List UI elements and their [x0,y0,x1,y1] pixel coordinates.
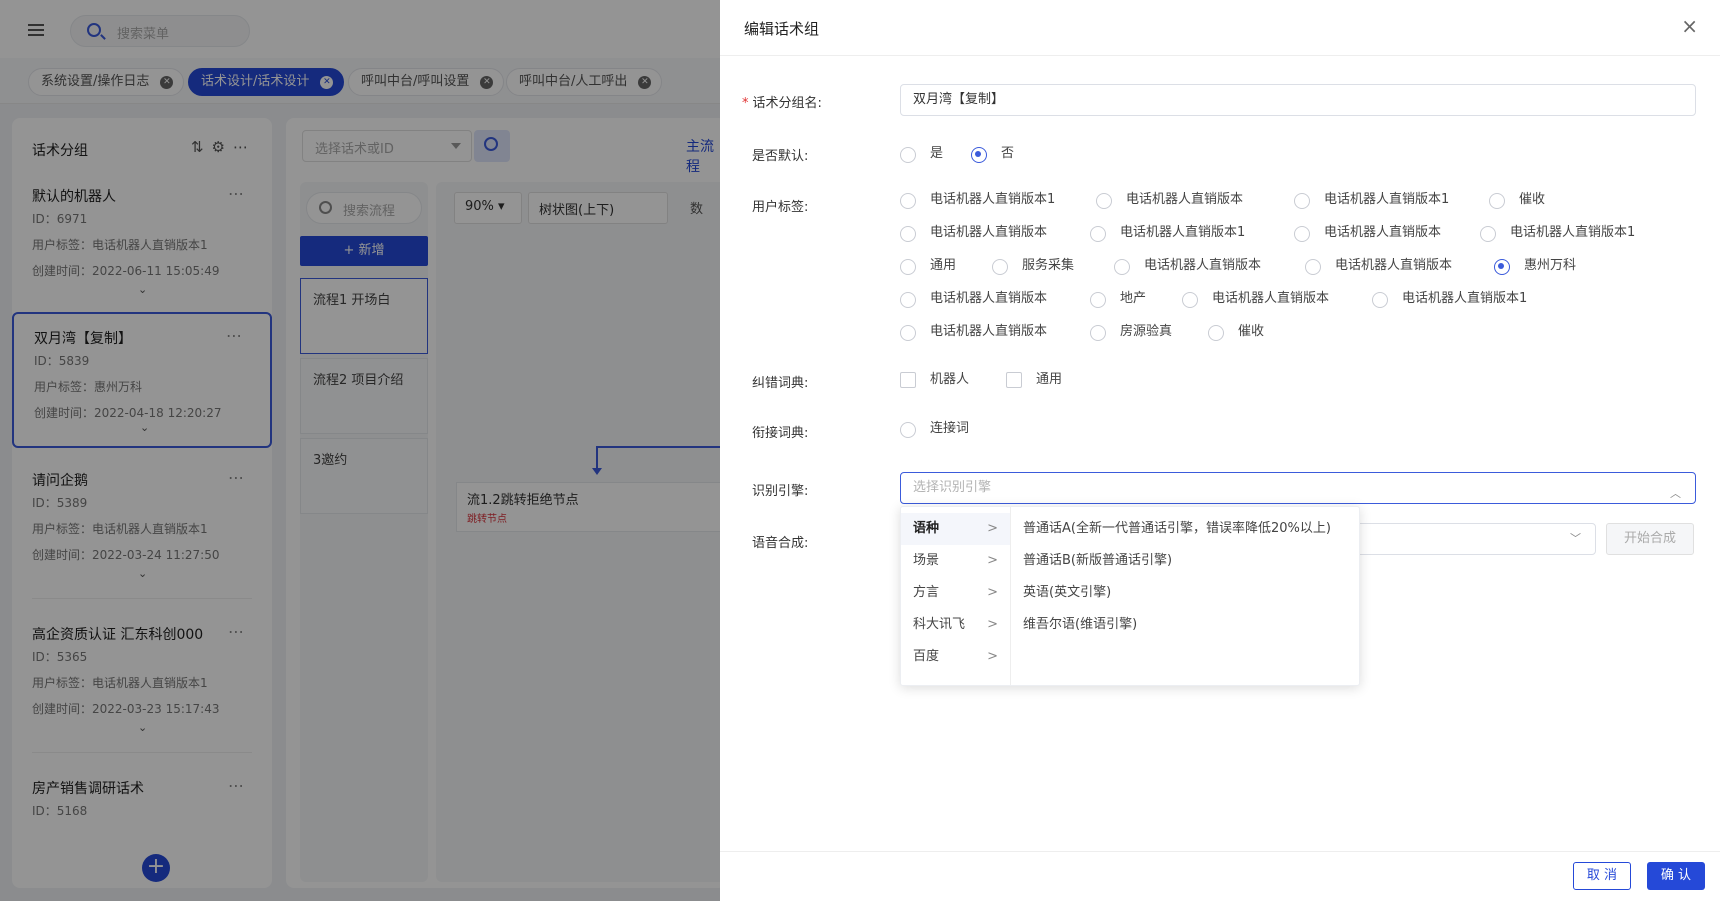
cascader-option[interactable]: 普通话B(新版普通话引擎) [1011,545,1361,577]
chevron-right-icon: > [987,521,998,536]
tag-radio[interactable]: 房源验真 [1090,322,1172,342]
chevron-up-icon: ︿ [1670,487,1681,500]
cascader-category-column: 语种 > 场景 > 方言 > 科大讯飞 > 百度 > [901,507,1011,685]
drawer-footer: 取 消 确 认 [720,851,1720,901]
tag-radio[interactable]: 电话机器人直销版本1 [1090,223,1245,243]
chevron-down-icon: ﹀ [1570,532,1581,545]
cascader-option[interactable]: 维吾尔语(维语引擎) [1011,609,1361,641]
edit-script-group-drawer: 编辑话术组 × [720,0,1720,901]
tag-radio[interactable]: 电话机器人直销版本1 [1294,190,1449,210]
engine-select[interactable]: 选择识别引擎 ︿ [900,472,1696,504]
connect-dict-label: 衔接词典: [752,426,809,441]
cascader-option[interactable]: 普通话A(全新一代普通话引擎，错误率降低20%以上) [1011,513,1361,545]
tag-radio[interactable]: 催收 [1489,190,1545,210]
default-label: 是否默认: [752,149,809,164]
tts-label: 语音合成: [752,536,809,551]
chevron-right-icon: > [987,649,998,664]
tag-radio[interactable]: 电话机器人直销版本1 [900,190,1055,210]
tag-radio[interactable]: 电话机器人直销版本 [900,223,1047,243]
engine-label: 识别引擎: [752,484,809,499]
tag-radio[interactable]: 电话机器人直销版本 [900,289,1047,309]
engine-cascader-dropdown: 语种 > 场景 > 方言 > 科大讯飞 > 百度 > 普通话A(全新一代普通话引擎，错误率… [900,506,1360,686]
user-tags-label: 用户标签: [752,200,809,215]
engine-placeholder: 选择识别引擎 [913,480,992,495]
tag-radio-selected[interactable]: 惠州万科 [1494,256,1576,276]
connect-word-radio[interactable]: 连接词 [900,419,969,439]
correction-robot-checkbox[interactable]: 机器人 [900,370,969,390]
correction-general-checkbox[interactable]: 通用 [1006,370,1062,390]
default-no-radio[interactable]: 否 [971,144,1014,164]
cascader-category-baidu[interactable]: 百度 > [901,641,1010,673]
tag-radio[interactable]: 地产 [1090,289,1146,309]
close-icon[interactable]: × [1681,16,1698,36]
start-synthesis-button[interactable]: 开始合成 [1606,523,1694,555]
tag-radio[interactable]: 电话机器人直销版本 [1096,190,1243,210]
confirm-button[interactable]: 确 认 [1647,862,1705,890]
group-name-value: 双月湾【复制】 [913,92,1005,107]
modal-overlay[interactable] [0,0,720,901]
tag-radio[interactable]: 电话机器人直销版本1 [1480,223,1635,243]
cascader-category-language[interactable]: 语种 > [901,513,1010,545]
chevron-right-icon: > [987,585,998,600]
default-yes-radio[interactable]: 是 [900,144,943,164]
tag-radio[interactable]: 催收 [1208,322,1264,342]
drawer-header: 编辑话术组 × [720,0,1720,56]
correction-dict-label: 纠错词典: [752,376,809,391]
tag-radio[interactable]: 电话机器人直销版本 [900,322,1047,342]
cascader-category-scene[interactable]: 场景 > [901,545,1010,577]
group-name-input[interactable]: 双月湾【复制】 [900,84,1696,116]
drawer-footer-wrap: 取 消 确 认 [720,851,1720,901]
tag-radio[interactable]: 电话机器人直销版本1 [1372,289,1527,309]
cascader-category-dialect[interactable]: 方言 > [901,577,1010,609]
drawer-title: 编辑话术组 [744,20,820,38]
cancel-button[interactable]: 取 消 [1573,862,1631,890]
group-name-label: * 话术分组名: [742,96,822,111]
tag-radio[interactable]: 电话机器人直销版本 [1294,223,1441,243]
tag-radio[interactable]: 电话机器人直销版本 [1305,256,1452,276]
tag-radio[interactable]: 通用 [900,256,956,276]
tag-radio[interactable]: 服务采集 [992,256,1074,276]
tag-radio[interactable]: 电话机器人直销版本 [1182,289,1329,309]
cascader-option-column: 普通话A(全新一代普通话引擎，错误率降低20%以上) 普通话B(新版普通话引擎)… [1011,507,1361,641]
chevron-right-icon: > [987,617,998,632]
cascader-option[interactable]: 英语(英文引擎) [1011,577,1361,609]
tag-radio[interactable]: 电话机器人直销版本 [1114,256,1261,276]
cascader-category-iflytek[interactable]: 科大讯飞 > [901,609,1010,641]
chevron-right-icon: > [987,553,998,568]
